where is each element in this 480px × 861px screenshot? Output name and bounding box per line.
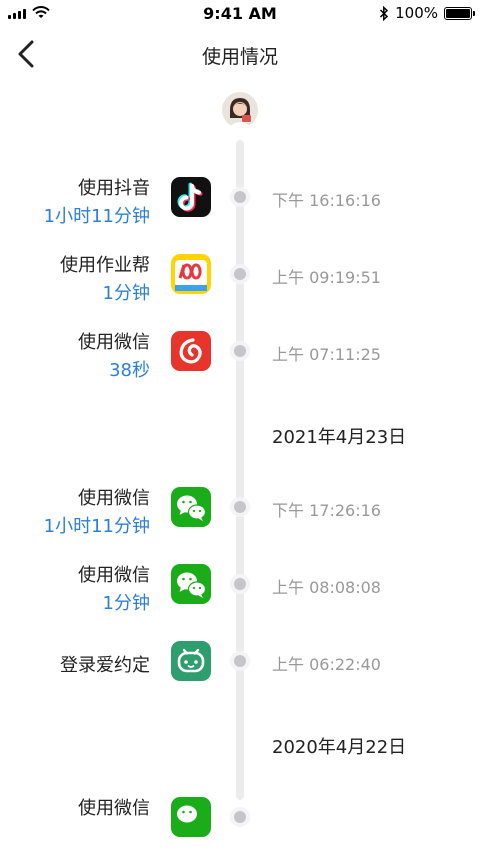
entry-title: 使用微信 <box>78 565 150 586</box>
battery-percent: 100% <box>395 4 438 22</box>
entry-duration: 1分钟 <box>102 283 150 304</box>
timeline-dot <box>230 574 250 594</box>
entry-duration: 1小时11分钟 <box>43 206 150 227</box>
battery-icon <box>444 6 475 20</box>
nav-bar: 使用情况 <box>0 30 480 78</box>
timeline-dot <box>230 651 250 671</box>
entry-title: 登录爱约定 <box>60 655 150 676</box>
timeline-dot <box>230 264 250 284</box>
timeline-dot <box>230 341 250 361</box>
status-right: 100% <box>379 4 475 22</box>
bluetooth-icon <box>380 5 389 21</box>
date-header: 2020年4月22日 <box>272 737 407 758</box>
entry-time: 上午 08:08:08 <box>272 578 381 597</box>
status-bar: 9:41 AM 100% <box>0 0 480 28</box>
timeline-entry[interactable]: 使用微信 <box>0 797 480 861</box>
timeline-entry[interactable]: 使用微信 1分钟 上午 08:08:08 <box>0 564 480 628</box>
entry-time: 上午 07:11:25 <box>272 345 381 364</box>
timeline-dot <box>230 497 250 517</box>
timeline-entry[interactable]: 使用微信 1小时11分钟 下午 17:26:16 <box>0 487 480 551</box>
avatar[interactable] <box>222 92 258 128</box>
wechat-icon <box>171 797 211 837</box>
entry-title: 使用抖音 <box>78 178 150 199</box>
netease-music-icon <box>171 331 211 371</box>
entry-title: 使用作业帮 <box>60 255 150 276</box>
entry-time: 上午 06:22:40 <box>272 655 381 674</box>
entry-duration: 1分钟 <box>102 593 150 614</box>
timeline-dot <box>230 807 250 827</box>
timeline-entry[interactable]: 登录爱约定 上午 06:22:40 <box>0 641 480 705</box>
page-title: 使用情况 <box>201 46 278 68</box>
wechat-icon <box>171 564 211 604</box>
timeline-entry[interactable]: 使用抖音 1小时11分钟 下午 16:16:16 <box>0 177 480 241</box>
entry-title: 使用微信 <box>78 332 150 353</box>
entry-duration: 38秒 <box>109 360 150 381</box>
entry-time: 下午 17:26:16 <box>272 501 381 520</box>
douyin-icon <box>171 177 211 217</box>
entry-time: 上午 09:19:51 <box>272 268 381 287</box>
zuoyebang-icon <box>171 254 211 294</box>
timeline-dot <box>230 187 250 207</box>
entry-time: 下午 16:16:16 <box>272 191 381 210</box>
entry-duration: 1小时11分钟 <box>43 516 150 537</box>
aiyueding-icon <box>171 641 211 681</box>
child-avatar-icon <box>222 92 258 128</box>
entry-title: 使用微信 <box>78 798 150 819</box>
timeline-entry[interactable]: 使用微信 38秒 上午 07:11:25 <box>0 331 480 395</box>
wechat-icon <box>171 487 211 527</box>
date-header: 2021年4月23日 <box>272 427 407 448</box>
timeline-entry[interactable]: 使用作业帮 1分钟 上午 09:19:51 <box>0 254 480 318</box>
entry-title: 使用微信 <box>78 488 150 509</box>
